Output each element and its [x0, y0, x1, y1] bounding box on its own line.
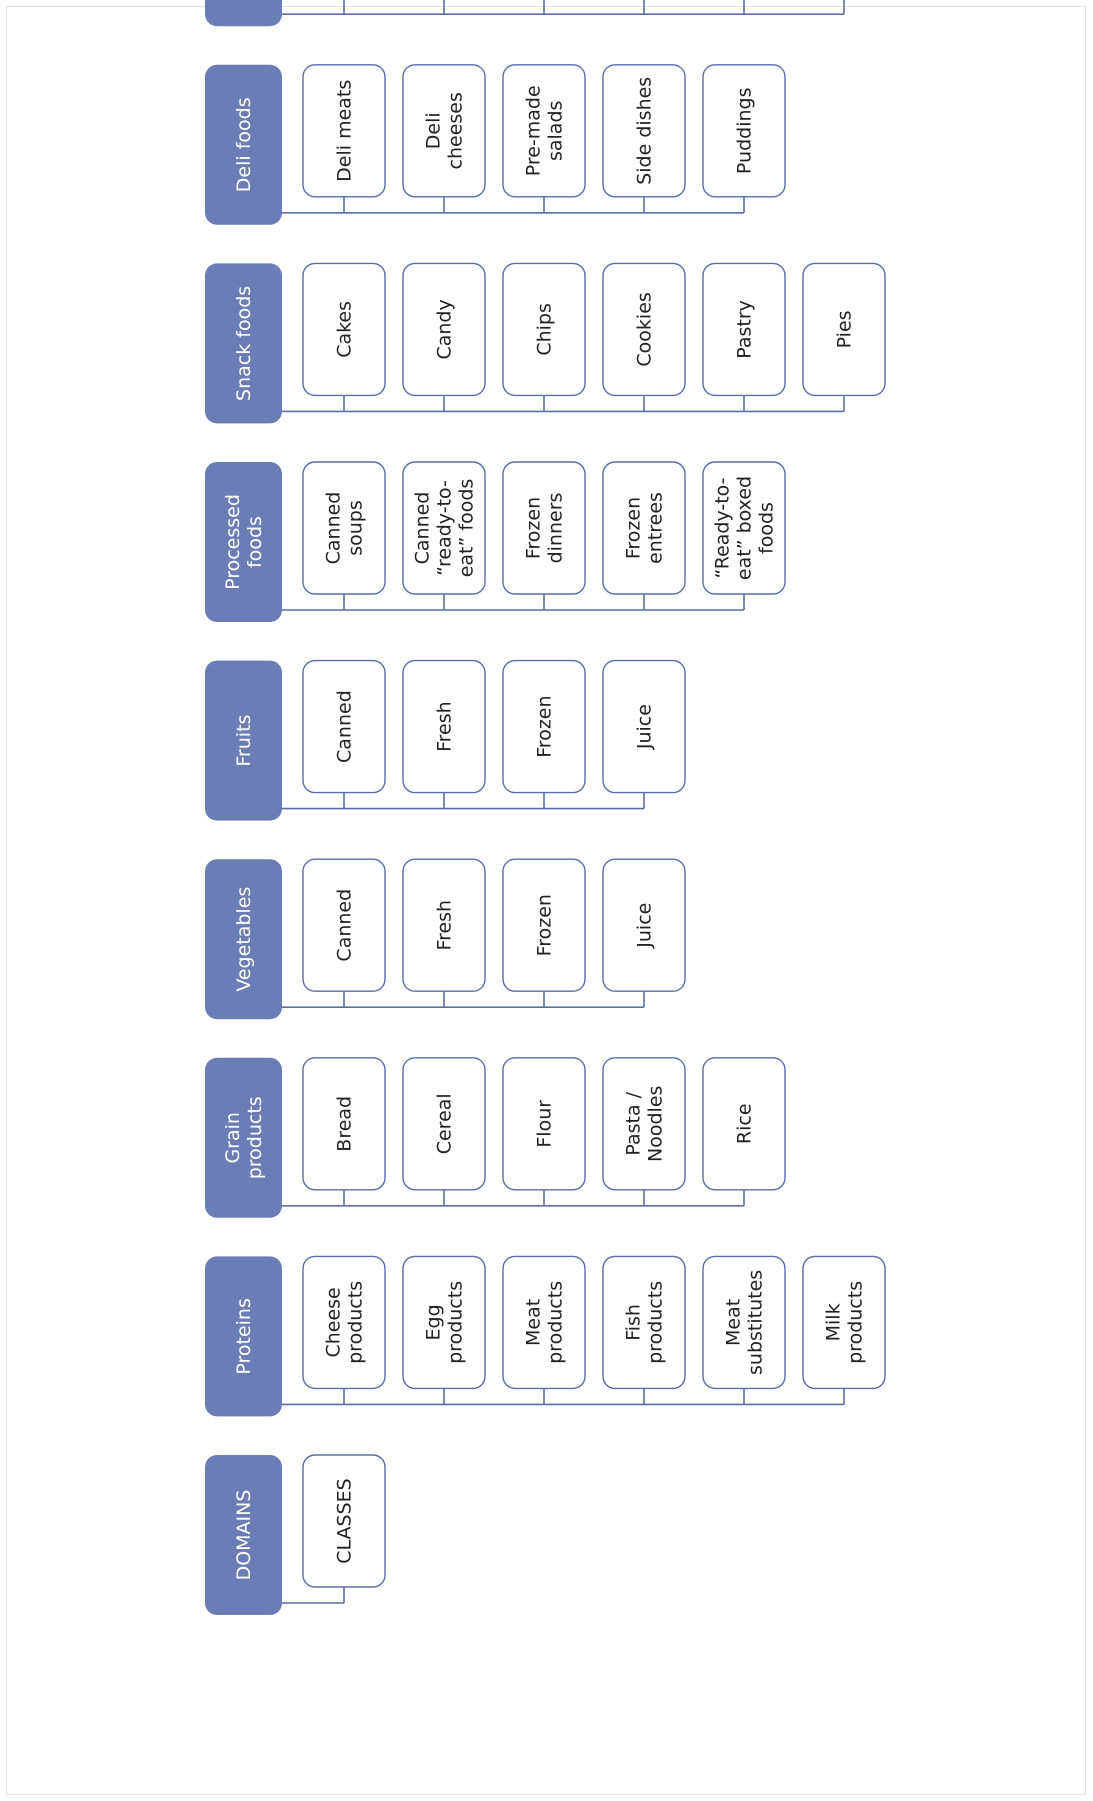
class-label-processed-foods-frozen-entrees: Frozenentrees — [623, 492, 667, 564]
domain-label-snack-foods: Snack foods — [233, 286, 255, 401]
class-label-fruits-canned-text: Canned — [334, 690, 356, 763]
domain-label-snack-foods-text: Snack foods — [233, 286, 255, 401]
class-label-deli-foods-puddings: Puddings — [734, 88, 756, 175]
class-label-snack-foods-cakes-text: Cakes — [334, 301, 356, 358]
class-label-fruits-fresh-text: Fresh — [434, 701, 456, 752]
group-beverages — [205, 0, 845, 27]
class-label-fruits-frozen-text: Frozen — [534, 695, 556, 757]
class-label-snack-foods-chips: Chips — [534, 303, 556, 356]
class-label-fruits-juice-text: Juice — [634, 704, 656, 750]
domain-label-fruits: Fruits — [233, 715, 255, 767]
class-label-snack-foods-cookies-text: Cookies — [634, 292, 656, 366]
class-label-grain-products-bread-text: Bread — [334, 1096, 356, 1152]
class-label-snack-foods-pastry: Pastry — [734, 300, 756, 359]
class-label-deli-foods-side-dishes: Side dishes — [634, 77, 656, 185]
class-label-fruits-fresh: Fresh — [434, 701, 456, 752]
group-grain-products — [205, 1057, 786, 1218]
class-label-proteins-cheese-products: Cheeseproducts — [323, 1281, 367, 1364]
class-label-snack-foods-pies-text: Pies — [834, 310, 856, 348]
class-label-vegetables-fresh: Fresh — [434, 900, 456, 951]
class-label-vegetables-juice: Juice — [634, 903, 656, 949]
class-label-snack-foods-candy: Candy — [434, 299, 456, 359]
group-domains — [205, 1454, 386, 1615]
class-label-snack-foods-cakes: Cakes — [334, 301, 356, 358]
class-label-processed-foods-frozen-dinners-text: Frozendinners — [523, 493, 567, 564]
domain-label-proteins: Proteins — [233, 1298, 255, 1375]
class-label-processed-foods-canned-soups-text: Cannedsoups — [323, 492, 367, 565]
domain-label-domains-text: DOMAINS — [233, 1490, 255, 1581]
class-label-vegetables-frozen-text: Frozen — [534, 894, 556, 956]
class-label-deli-foods-deli-meats-text: Deli meats — [334, 80, 356, 182]
class-label-proteins-cheese-products-text: Cheeseproducts — [323, 1281, 367, 1364]
class-label-domains-classes-text: CLASSES — [334, 1478, 356, 1563]
class-label-processed-foods-frozen-dinners: Frozendinners — [523, 493, 567, 564]
group-processed-foods — [205, 461, 786, 622]
domain-label-fruits-text: Fruits — [233, 715, 255, 767]
class-label-grain-products-bread: Bread — [334, 1096, 356, 1152]
domain-label-deli-foods: Deli foods — [233, 97, 255, 192]
class-label-snack-foods-pastry-text: Pastry — [734, 300, 756, 359]
class-label-grain-products-cereal-text: Cereal — [434, 1093, 456, 1154]
class-label-grain-products-rice-text: Rice — [734, 1103, 756, 1144]
class-label-grain-products-cereal: Cereal — [434, 1093, 456, 1154]
class-label-grain-products-rice: Rice — [734, 1103, 756, 1144]
domain-label-domains: DOMAINS — [233, 1490, 255, 1581]
class-label-grain-products-flour: Flour — [534, 1100, 556, 1148]
class-label-vegetables-fresh-text: Fresh — [434, 900, 456, 951]
domain-label-vegetables-text: Vegetables — [233, 887, 255, 992]
domain-box-beverages — [205, 0, 282, 27]
class-label-fruits-frozen: Frozen — [534, 695, 556, 757]
class-label-snack-foods-chips-text: Chips — [534, 303, 556, 356]
class-label-processed-foods-frozen-entrees-text: Frozenentrees — [623, 492, 667, 564]
class-label-vegetables-canned-text: Canned — [334, 889, 356, 962]
class-label-processed-foods-canned-soups: Cannedsoups — [323, 492, 367, 565]
class-label-processed-foods-canned-ready-to-eat-foods: Canned“ready-to-eat” foods — [412, 479, 478, 578]
class-label-snack-foods-pies: Pies — [834, 310, 856, 348]
domain-label-vegetables: Vegetables — [233, 887, 255, 992]
class-label-deli-foods-side-dishes-text: Side dishes — [634, 77, 656, 185]
class-label-deli-foods-deli-meats: Deli meats — [334, 80, 356, 182]
class-label-grain-products-pasta-noodles-text: Pasta /Noodles — [623, 1086, 667, 1162]
class-label-vegetables-juice-text: Juice — [634, 903, 656, 949]
domain-label-proteins-text: Proteins — [233, 1298, 255, 1375]
domain-label-deli-foods-text: Deli foods — [233, 97, 255, 192]
class-label-fruits-canned: Canned — [334, 690, 356, 763]
food-domains-diagram: DOMAINS CLASSESProteins Cheeseproducts Eggp… — [205, 0, 886, 1615]
class-label-grain-products-pasta-noodles: Pasta /Noodles — [623, 1086, 667, 1162]
group-deli-foods — [205, 64, 786, 225]
class-label-snack-foods-candy-text: Candy — [434, 299, 456, 359]
class-label-fruits-juice: Juice — [634, 704, 656, 750]
class-label-processed-foods-canned-ready-to-eat-foods-text: Canned“ready-to-eat” foods — [412, 479, 478, 578]
class-label-vegetables-frozen: Frozen — [534, 894, 556, 956]
class-label-domains-classes: CLASSES — [334, 1478, 356, 1563]
class-label-deli-foods-puddings-text: Puddings — [734, 88, 756, 175]
class-label-grain-products-flour-text: Flour — [534, 1100, 556, 1148]
class-label-vegetables-canned: Canned — [334, 889, 356, 962]
class-label-snack-foods-cookies: Cookies — [634, 292, 656, 366]
